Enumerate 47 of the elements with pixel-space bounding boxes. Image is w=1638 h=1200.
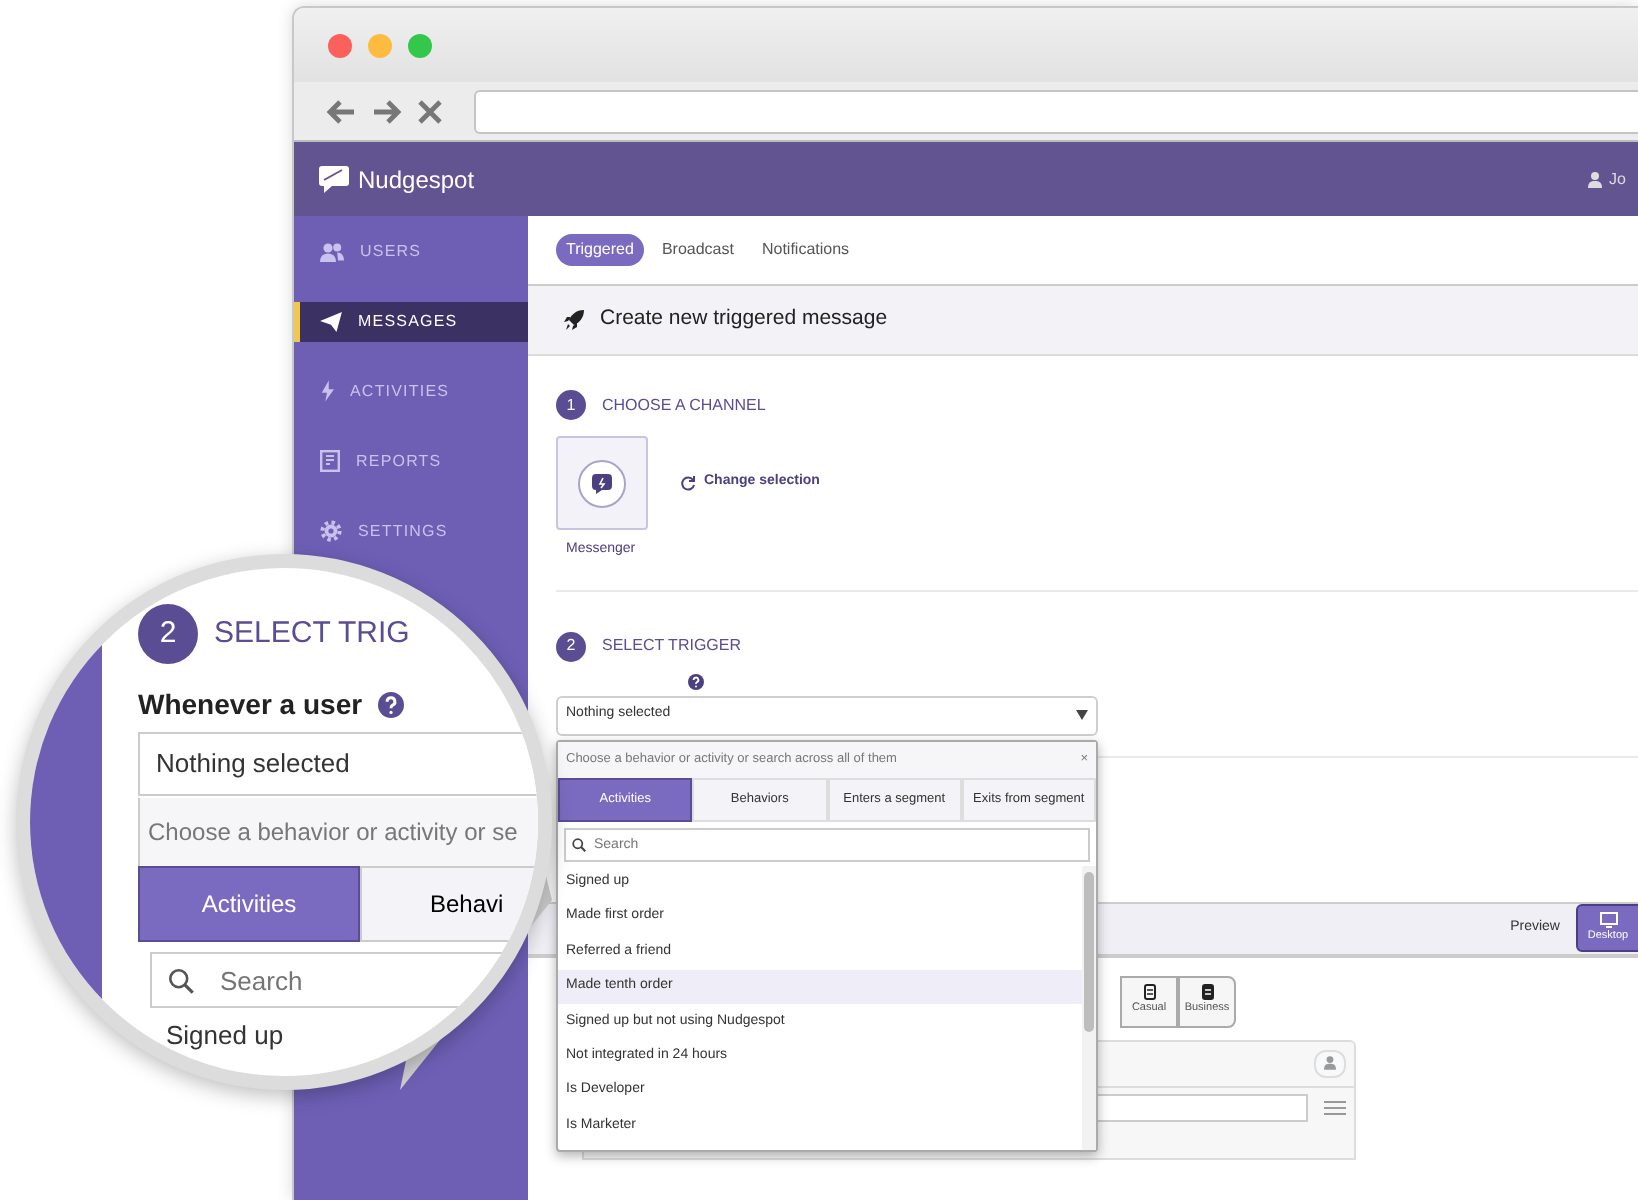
user-name[interactable]: Jo [1609,167,1626,191]
refresh-icon [680,475,696,491]
brand-name[interactable]: Nudgespot [358,161,475,197]
window-zoom-button[interactable] [408,33,432,57]
report-icon [320,450,340,472]
forward-arrow-icon[interactable] [372,99,402,123]
users-icon [320,241,344,261]
help-icon[interactable] [688,673,704,689]
option-item[interactable]: Signed up [138,1008,538,1055]
step-number: 2 [556,631,586,661]
help-icon[interactable] [378,692,405,718]
document-icon [1143,984,1155,1001]
monitor-icon [1599,911,1617,928]
user-icon [1324,1056,1336,1070]
channel-tile[interactable] [556,436,648,530]
user-icon [1587,171,1602,187]
scrollbar[interactable] [1082,865,1096,1149]
tab[interactable]: Broadcast [651,234,744,266]
caret-icon [1076,710,1088,720]
sidebar-item[interactable]: MESSAGES [294,301,528,341]
send-icon [320,311,342,331]
window-close-button[interactable] [328,33,352,57]
logo-icon [318,164,350,194]
menu-icon[interactable] [1324,1099,1346,1115]
tab[interactable]: Behavi [360,866,538,942]
tab[interactable]: Triggered [556,234,644,266]
profile-button[interactable] [1314,1049,1346,1077]
trigger-select[interactable]: Nothing selected [138,732,538,796]
step-number: 2 [138,604,198,664]
dropdown-hint: Choose a behavior or activity or se [138,798,538,866]
step-number: 1 [556,390,586,420]
back-arrow-icon[interactable] [326,99,356,123]
tab[interactable]: Activities [138,866,360,942]
rocket-icon [564,310,584,330]
step-title: CHOOSE A CHANNEL [602,393,766,417]
step-title: SELECT TRIG [214,613,410,654]
field-label: Whenever a user [138,686,363,724]
gear-icon [320,520,342,542]
step-title: SELECT TRIGGER [602,634,741,658]
tab[interactable]: Notifications [751,234,860,266]
bolt-icon [320,380,334,402]
window-minimize-button[interactable] [368,33,392,57]
page-title: Create new triggered message [600,304,888,335]
document-icon [1201,984,1213,1001]
address-bar[interactable] [474,89,1638,133]
chat-bubble-icon [592,473,612,493]
close-icon[interactable] [418,99,442,123]
